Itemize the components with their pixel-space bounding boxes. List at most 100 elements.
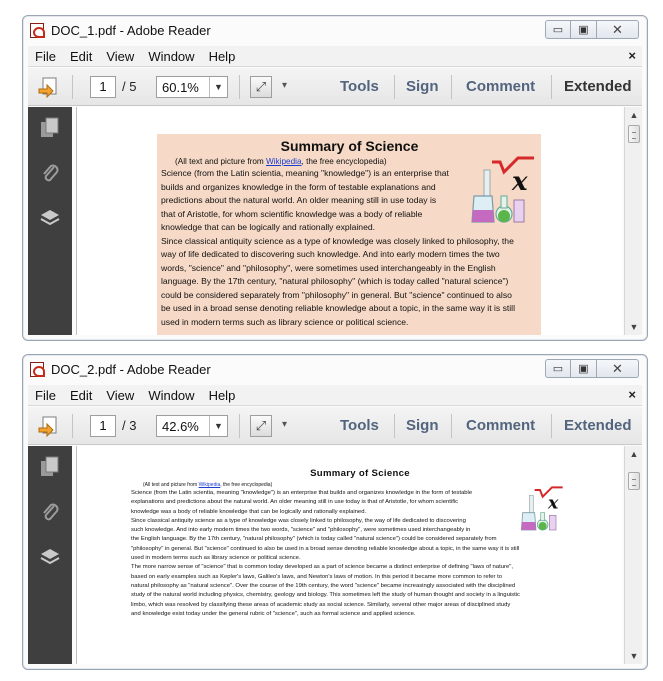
text-line: study of the natural world including phy… xyxy=(131,592,520,599)
pdf-page: Summary of Science (All text and picture… xyxy=(157,134,541,335)
toolbar-separator xyxy=(239,75,240,99)
document-title: Summary of Science xyxy=(310,468,410,479)
text-line: explanations and predictions about the n… xyxy=(131,499,459,506)
maximize-button[interactable]: ▣ xyxy=(571,20,597,39)
export-pdf-icon[interactable] xyxy=(37,415,59,437)
text-line: such knowledge. And into early modern ti… xyxy=(131,527,471,534)
adobe-reader-icon xyxy=(30,362,45,377)
chevron-down-icon[interactable]: ▼ xyxy=(209,416,227,436)
menu-bar: File Edit View Window Help × xyxy=(28,46,642,67)
zoom-select[interactable]: 42.6% ▼ xyxy=(156,415,228,437)
page-thumbnails-icon[interactable] xyxy=(39,456,61,478)
scrollbar-thumb[interactable] xyxy=(628,125,640,143)
scroll-down-arrow-icon[interactable]: ▼ xyxy=(625,319,643,335)
fit-page-button[interactable]: ⤢ xyxy=(250,415,272,437)
document-view[interactable]: Summary of Science (All text and picture… xyxy=(76,446,622,664)
toolbar-separator xyxy=(451,414,452,438)
text-line: knowledge that can be logically and rati… xyxy=(161,222,376,232)
paragraph-intro: Science (from the Latin scientia, meanin… xyxy=(131,489,515,545)
close-button[interactable]: ✕ xyxy=(597,20,639,39)
credit-suffix: , the free encyclopedia) xyxy=(301,157,387,166)
minimize-button[interactable]: ▭ xyxy=(545,20,571,39)
wikipedia-link[interactable]: Wikipedia xyxy=(199,482,221,488)
credit-prefix: (All text and picture from xyxy=(175,157,267,166)
menu-file[interactable]: File xyxy=(28,49,63,64)
sign-button[interactable]: Sign xyxy=(406,78,439,95)
science-illustration: x xyxy=(520,486,563,531)
more-tools-chevron-icon[interactable]: ▾ xyxy=(282,419,287,430)
svg-text:x: x xyxy=(511,167,528,197)
menu-edit[interactable]: Edit xyxy=(63,388,99,403)
document-view[interactable]: Summary of Science (All text and picture… xyxy=(76,107,622,335)
sign-button[interactable]: Sign xyxy=(406,417,439,434)
more-tools-chevron-icon[interactable]: ▾ xyxy=(282,80,287,91)
menu-window[interactable]: Window xyxy=(141,388,201,403)
close-document-button[interactable]: × xyxy=(628,387,636,402)
page-number-input[interactable]: 1 xyxy=(90,76,116,98)
text-line: The more narrow sense of "science" that … xyxy=(131,564,513,571)
comment-button[interactable]: Comment xyxy=(466,78,535,95)
menu-file[interactable]: File xyxy=(28,388,63,403)
reader-window-doc2: DOC_2.pdf - Adobe Reader ▭ ▣ ✕ File Edit… xyxy=(22,354,648,670)
text-line: words, "science" and "philosophy", were … xyxy=(161,262,496,273)
export-pdf-icon[interactable] xyxy=(37,76,59,98)
menu-help[interactable]: Help xyxy=(202,49,243,64)
adobe-reader-icon xyxy=(30,23,45,38)
minimize-button[interactable]: ▭ xyxy=(545,359,571,378)
menu-help[interactable]: Help xyxy=(202,388,243,403)
page-total: / 5 xyxy=(122,79,137,94)
title-bar[interactable]: DOC_1.pdf - Adobe Reader ▭ ▣ ✕ xyxy=(23,16,647,44)
text-line: be used in a broad sense denoting reliab… xyxy=(161,303,515,313)
zoom-select[interactable]: 60.1% ▼ xyxy=(156,76,228,98)
text-line: Science (from the Latin scientia, meanin… xyxy=(161,168,449,178)
toolbar: 1 / 5 60.1% ▼ ⤢ ▾ Tools Sign Comment Ext… xyxy=(28,68,642,106)
close-document-button[interactable]: × xyxy=(628,48,636,63)
text-line: used in modern terms such as library sci… xyxy=(161,316,409,327)
navigation-pane xyxy=(28,446,72,664)
text-line: based on early examples such as Kepler's… xyxy=(131,573,503,580)
maximize-button[interactable]: ▣ xyxy=(571,359,597,378)
layers-icon[interactable] xyxy=(39,206,61,228)
menu-view[interactable]: View xyxy=(99,49,141,64)
toolbar-separator xyxy=(451,75,452,99)
paragraph-intro: Science (from the Latin scientia, meanin… xyxy=(161,167,461,235)
comment-button[interactable]: Comment xyxy=(466,417,535,434)
attachments-paperclip-icon[interactable] xyxy=(39,162,61,184)
chevron-down-icon[interactable]: ▼ xyxy=(209,77,227,97)
fit-page-button[interactable]: ⤢ xyxy=(250,76,272,98)
tools-button[interactable]: Tools xyxy=(340,78,379,95)
menu-window[interactable]: Window xyxy=(141,49,201,64)
zoom-value: 42.6% xyxy=(162,419,199,434)
menu-view[interactable]: View xyxy=(99,388,141,403)
text-line: used in modern terms such as library sci… xyxy=(131,555,301,562)
scroll-up-arrow-icon[interactable]: ▲ xyxy=(625,446,643,462)
menu-edit[interactable]: Edit xyxy=(63,49,99,64)
zoom-value: 60.1% xyxy=(162,80,199,95)
page-thumbnails-icon[interactable] xyxy=(39,117,61,139)
scroll-down-arrow-icon[interactable]: ▼ xyxy=(625,648,643,664)
text-line: that of Aristotle, for whom scientific k… xyxy=(161,208,423,219)
tools-button[interactable]: Tools xyxy=(340,417,379,434)
toolbar-separator xyxy=(72,75,73,99)
extended-button[interactable]: Extended xyxy=(564,78,632,95)
toolbar-separator xyxy=(394,414,395,438)
scroll-up-arrow-icon[interactable]: ▲ xyxy=(625,107,643,123)
vertical-scrollbar[interactable]: ▲ ▼ xyxy=(624,446,642,664)
title-bar[interactable]: DOC_2.pdf - Adobe Reader ▭ ▣ ✕ xyxy=(23,355,647,383)
text-line: language. By the 17th century, "natural … xyxy=(161,276,509,286)
credit-suffix: , the free encyclopedia) xyxy=(220,482,273,488)
page-number-input[interactable]: 1 xyxy=(90,415,116,437)
wikipedia-link[interactable]: Wikipedia xyxy=(266,157,302,166)
text-line: Since classical antiquity science as a t… xyxy=(131,517,466,524)
close-button[interactable]: ✕ xyxy=(597,359,639,378)
text-line: predictions about the natural world. An … xyxy=(161,195,437,205)
layers-icon[interactable] xyxy=(39,545,61,567)
reader-window-doc1: DOC_1.pdf - Adobe Reader ▭ ▣ ✕ File Edit… xyxy=(22,15,648,341)
scrollbar-thumb[interactable] xyxy=(628,472,640,490)
toolbar-separator xyxy=(551,75,552,99)
text-line: Science (from the Latin scientia, meanin… xyxy=(131,490,473,496)
vertical-scrollbar[interactable]: ▲ ▼ xyxy=(624,107,642,335)
extended-button[interactable]: Extended xyxy=(564,417,632,434)
text-line: the English language. By the 17th centur… xyxy=(131,536,497,543)
attachments-paperclip-icon[interactable] xyxy=(39,501,61,523)
